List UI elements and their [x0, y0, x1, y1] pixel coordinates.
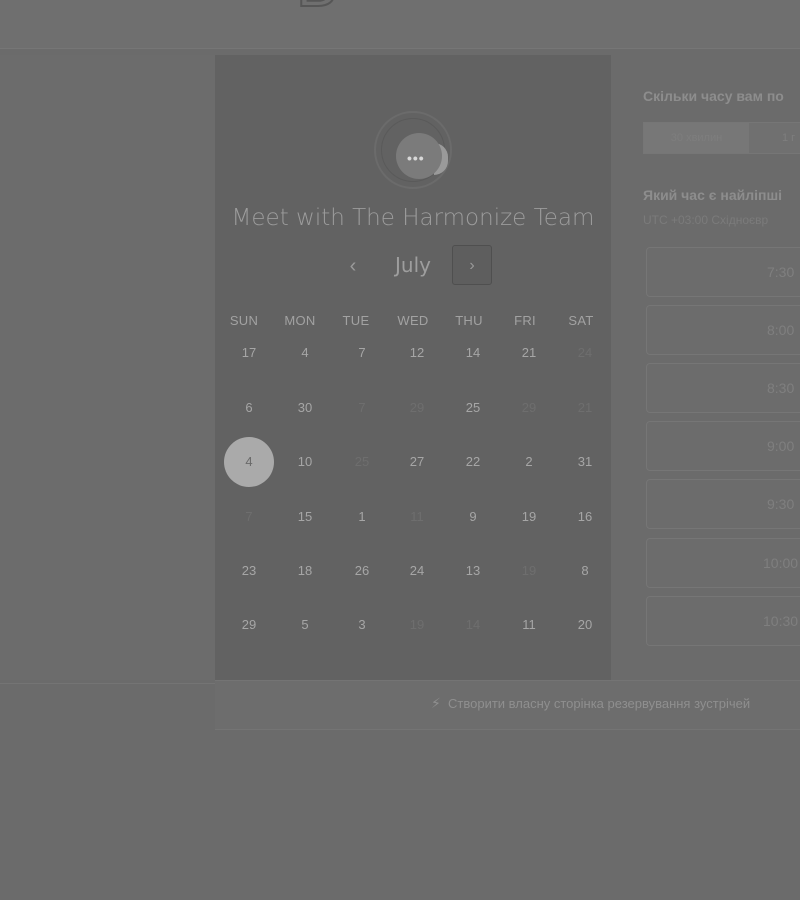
calendar-day[interactable]: 30	[280, 383, 330, 433]
calendar-day[interactable]: 14	[448, 328, 498, 378]
time-slot[interactable]: 9:30	[646, 479, 800, 529]
calendar-day: 25	[354, 454, 370, 469]
calendar-day: 29	[521, 400, 537, 415]
calendar-day[interactable]: 19	[504, 492, 554, 542]
top-bar: B	[0, 0, 800, 49]
calendar-day[interactable]: 9	[448, 492, 498, 542]
calendar-day[interactable]: 10	[280, 437, 330, 487]
calendar-day[interactable]: 18	[280, 546, 330, 596]
time-slot-label: 7:30	[767, 264, 795, 280]
time-slot[interactable]: 10:30	[646, 596, 800, 646]
calendar-day: 7	[245, 509, 253, 524]
calendar-day[interactable]: 16	[560, 492, 610, 542]
calendar-day: 24	[577, 345, 593, 360]
time-slot-label: 9:30	[767, 496, 795, 512]
footer-link-text: Створити власну сторінка резервування зу…	[448, 696, 751, 711]
duration-question: Скільки часу вам по	[643, 88, 784, 104]
left-panel	[0, 55, 216, 680]
calendar-day: 14	[465, 617, 481, 632]
time-slot-label: 9:00	[767, 438, 795, 454]
calendar-day: 21	[577, 400, 593, 415]
time-slot[interactable]: 9:00	[646, 421, 800, 471]
time-selection-panel: Скільки часу вам по 30 хвилин 1 г Який ч…	[611, 55, 800, 680]
calendar-day[interactable]: 26	[337, 546, 387, 596]
duration-selector: 30 хвилин 1 г	[643, 122, 800, 154]
timezone-label[interactable]: UTC +03:00 Східноєвр	[643, 213, 768, 227]
footer: ⚡ Створити власну сторінка резервування …	[215, 680, 800, 730]
calendar-day[interactable]: 5	[280, 600, 330, 650]
booking-calendar-panel: ••• Meet with The Harmonize Team ‹ July …	[215, 55, 611, 680]
time-slot[interactable]: 8:30	[646, 363, 800, 413]
time-slot-label: 8:30	[767, 380, 795, 396]
wand-icon: ⚡	[431, 695, 441, 711]
calendar-day[interactable]: 24	[392, 546, 442, 596]
calendar-day[interactable]: 4	[280, 328, 330, 378]
calendar-day[interactable]: 6	[224, 383, 274, 433]
calendar-day[interactable]: 20	[560, 600, 610, 650]
calendar-day[interactable]: 2	[504, 437, 554, 487]
calendar-day[interactable]: 8	[560, 546, 610, 596]
time-slot[interactable]: 10:00	[646, 538, 800, 588]
calendar-day[interactable]: 1	[337, 492, 387, 542]
calendar-day-selected[interactable]: 4	[224, 437, 274, 487]
calendar-day: 29	[409, 400, 425, 415]
calendar-day: 19	[521, 563, 537, 578]
calendar-grid: 17 4 7 12 14 21 24 6 30 7 29 25 29 21 4 10 25 27 22 2 31 7 15 1…	[215, 55, 611, 680]
time-slot[interactable]: 7:30	[646, 247, 800, 297]
create-booking-page-link[interactable]: ⚡ Створити власну сторінка резервування …	[431, 695, 751, 711]
calendar-day[interactable]: 21	[504, 328, 554, 378]
calendar-day: 11	[410, 509, 424, 524]
calendar-day[interactable]: 12	[392, 328, 442, 378]
calendar-day[interactable]: 23	[224, 546, 274, 596]
calendar-day[interactable]: 27	[392, 437, 442, 487]
calendar-day[interactable]: 25	[448, 383, 498, 433]
time-slot-label: 8:00	[767, 322, 795, 338]
best-time-question: Який час є найліпші	[643, 187, 783, 203]
time-slot-label: 10:30	[763, 613, 799, 629]
calendar-day[interactable]: 11	[504, 600, 554, 650]
calendar-day[interactable]: 22	[448, 437, 498, 487]
time-slot[interactable]: 8:00	[646, 305, 800, 355]
duration-option-30min[interactable]: 30 хвилин	[644, 123, 749, 153]
calendar-day: 7	[358, 400, 366, 415]
calendar-day[interactable]: 7	[337, 328, 387, 378]
calendar-day[interactable]: 3	[337, 600, 387, 650]
calendar-day[interactable]: 29	[224, 600, 274, 650]
calendar-day[interactable]: 31	[560, 437, 610, 487]
calendar-day[interactable]: 15	[280, 492, 330, 542]
logo: B	[294, 0, 343, 23]
time-slot-label: 10:00	[763, 555, 799, 571]
calendar-day: 19	[409, 617, 425, 632]
divider	[0, 683, 215, 684]
calendar-day[interactable]: 17	[224, 328, 274, 378]
calendar-day[interactable]: 13	[448, 546, 498, 596]
duration-option-1h[interactable]: 1 г	[750, 123, 800, 153]
